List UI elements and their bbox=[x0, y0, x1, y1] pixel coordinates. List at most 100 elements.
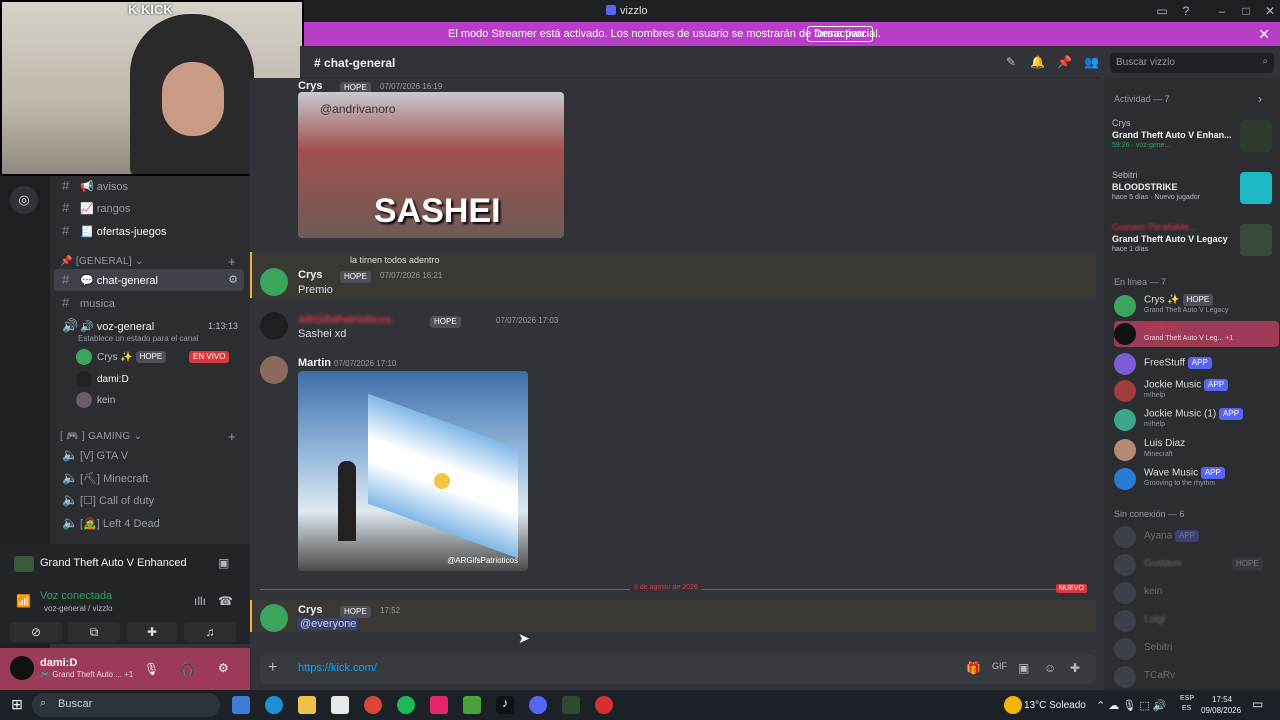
noise-icon[interactable]: ıllı bbox=[194, 594, 206, 608]
member[interactable]: Ayana APP bbox=[1114, 524, 1279, 550]
message-gif[interactable]: @ARGifsPatrioticos bbox=[298, 371, 528, 571]
member[interactable]: Luis Diaz Minecraft bbox=[1114, 437, 1279, 463]
add-channel-icon[interactable]: + bbox=[228, 254, 236, 269]
weather-text[interactable]: 13°C Soleado bbox=[1024, 700, 1086, 711]
folder-icon[interactable] bbox=[298, 696, 316, 714]
member[interactable]: kein bbox=[1114, 580, 1279, 606]
message-author[interactable]: Crys bbox=[298, 269, 322, 281]
gta-icon[interactable] bbox=[562, 696, 580, 714]
activities-button[interactable]: ✚ bbox=[126, 622, 178, 642]
share-screen-button[interactable]: ⧉ bbox=[68, 622, 120, 642]
app-icon[interactable] bbox=[232, 696, 250, 714]
spotify-icon[interactable] bbox=[397, 696, 415, 714]
gif-icon[interactable]: GIF bbox=[992, 661, 1007, 671]
channel-ofertas-juegos[interactable]: # 🧾 ofertas-juegos bbox=[54, 220, 244, 242]
activity-card[interactable]: Gustavo PeraltaMe... Grand Theft Auto V … bbox=[1112, 222, 1274, 266]
members-icon[interactable]: 👥 bbox=[1084, 55, 1099, 69]
channel-musica[interactable]: # musica bbox=[54, 292, 244, 314]
settings-gear-icon[interactable]: ⚙ bbox=[218, 661, 229, 675]
language-indicator[interactable]: ESP bbox=[1180, 695, 1194, 702]
message-composer[interactable]: + https://kick.com/ 🎁 GIF ▣ ☺ ✚ bbox=[260, 654, 1096, 684]
member[interactable]: Jockie Music APP m!help bbox=[1114, 378, 1279, 404]
message-author[interactable]: Crys bbox=[298, 604, 322, 616]
member[interactable]: dami:D Grand Theft Auto V Leg... +1 bbox=[1114, 321, 1279, 347]
windows-start-icon[interactable]: ⊞ bbox=[8, 696, 26, 714]
obs-icon[interactable] bbox=[595, 696, 613, 714]
maximize-button[interactable]: □ bbox=[1238, 3, 1254, 19]
member[interactable]: Sebitri bbox=[1114, 636, 1279, 662]
headphones-icon[interactable]: 🎧 bbox=[180, 662, 195, 676]
camera-button[interactable]: ⊘ bbox=[10, 622, 62, 642]
voice-user[interactable]: Crys ✨ HOPE EN VIVO bbox=[76, 348, 230, 368]
inbox-icon[interactable]: ▭ bbox=[1154, 3, 1170, 19]
member[interactable]: Jockie Music (1) APP m!help bbox=[1114, 407, 1279, 433]
gift-icon[interactable]: 🎁 bbox=[966, 661, 981, 675]
clock-time[interactable]: 17:54 bbox=[1212, 695, 1232, 704]
minecraft-icon[interactable] bbox=[463, 696, 481, 714]
member[interactable]: Wave Music APP Grooving to the rhythm bbox=[1114, 466, 1279, 492]
voice-channel-gta[interactable]: 🔈 [V] GTA V bbox=[54, 444, 244, 466]
mention[interactable]: @everyone bbox=[298, 618, 359, 630]
channel-rangos[interactable]: # 📈 rangos bbox=[54, 197, 244, 219]
avatar[interactable] bbox=[260, 268, 288, 296]
tray-icons[interactable]: ⌃ ☁ 🎙 ⬚ 🔊 bbox=[1096, 699, 1167, 712]
avatar[interactable] bbox=[10, 656, 34, 680]
voice-channel-cod[interactable]: 🔈 [☐] Call of duty bbox=[54, 489, 244, 511]
voice-user[interactable]: kein bbox=[76, 391, 115, 411]
app-icon[interactable] bbox=[430, 696, 448, 714]
channel-avisos[interactable]: # 📢 avisos bbox=[54, 175, 244, 197]
minimize-button[interactable]: – bbox=[1214, 3, 1230, 19]
voice-channel-minecraft[interactable]: 🔈 [⛏] Minecraft bbox=[54, 467, 244, 489]
help-icon[interactable]: ? bbox=[1178, 3, 1194, 19]
voice-user[interactable]: dami:D bbox=[76, 370, 129, 390]
composer-input[interactable]: https://kick.com/ bbox=[298, 662, 377, 674]
emoji-icon[interactable]: ☺ bbox=[1044, 661, 1056, 675]
sticker-icon[interactable]: ▣ bbox=[1018, 661, 1029, 675]
category-general[interactable]: 📌 [GENERAL] ⌄ bbox=[60, 256, 144, 267]
member[interactable]: Crys ✨ HOPE Grand Theft Auto V Legacy bbox=[1114, 293, 1279, 319]
apps-icon[interactable]: ✚ bbox=[1070, 661, 1080, 675]
message-author[interactable]: ARGifsPatrioticos bbox=[298, 314, 392, 326]
bell-icon[interactable]: 🔔 bbox=[1030, 55, 1045, 69]
activity-card[interactable]: Sebitri BLOODSTRIKE hace 5 días · Nuevo … bbox=[1112, 170, 1274, 214]
message-author[interactable]: Martin bbox=[298, 357, 331, 369]
search-input[interactable]: Buscar vizzlo ⌕ bbox=[1110, 53, 1274, 73]
channel-chat-general[interactable]: # 💬 chat-general ⚙ bbox=[54, 269, 244, 291]
discord-icon[interactable] bbox=[529, 696, 547, 714]
member[interactable]: Luigi bbox=[1114, 608, 1279, 634]
channel-status-prompt[interactable]: Establece un estado para el canal bbox=[78, 334, 199, 343]
channel-settings-icon[interactable]: ⚙ bbox=[228, 269, 238, 291]
avatar[interactable] bbox=[260, 604, 288, 632]
notifications-icon[interactable]: ▭ bbox=[1252, 697, 1263, 711]
store-icon[interactable] bbox=[331, 696, 349, 714]
voice-channel-l4d[interactable]: 🔈 [🧟] Left 4 Dead bbox=[54, 512, 244, 534]
avatar[interactable] bbox=[260, 356, 288, 384]
reply-preview[interactable]: la tirnen todos adentro bbox=[350, 255, 440, 265]
pin-icon[interactable]: 📌 bbox=[1057, 55, 1072, 69]
avatar[interactable] bbox=[260, 312, 288, 340]
edge-icon[interactable] bbox=[265, 696, 283, 714]
deactivate-button[interactable]: Desactivar bbox=[807, 26, 873, 42]
chevron-right-icon[interactable]: › bbox=[1258, 92, 1262, 106]
voice-status[interactable]: Voz conectada bbox=[40, 590, 112, 602]
screen-share-icon[interactable]: ▣ bbox=[218, 556, 229, 570]
member[interactable]: Gustavo HOPE bbox=[1114, 552, 1279, 578]
category-gaming[interactable]: [ 🎮 ] GAMING ⌄ bbox=[60, 431, 142, 442]
member[interactable]: FreeStuff APP bbox=[1114, 351, 1279, 377]
add-channel-icon[interactable]: + bbox=[228, 429, 236, 444]
disconnect-icon[interactable]: ☎ bbox=[218, 594, 233, 608]
soundboard-button[interactable]: ♫ bbox=[184, 622, 236, 642]
microphone-icon[interactable]: 🎙 bbox=[144, 662, 159, 676]
activity-card[interactable]: Crys Grand Theft Auto V Enhan... 59:26 ·… bbox=[1112, 118, 1274, 162]
threads-icon[interactable]: ✎ bbox=[1004, 55, 1018, 69]
chrome-icon[interactable] bbox=[364, 696, 382, 714]
message-gif[interactable]: @andrivanoro SASHEI bbox=[298, 92, 564, 238]
add-attachment-icon[interactable]: + bbox=[268, 659, 277, 677]
message-author[interactable]: Crys bbox=[298, 80, 322, 92]
close-window-button[interactable]: ✕ bbox=[1262, 3, 1278, 19]
discover-icon[interactable]: ◎ bbox=[10, 186, 38, 214]
taskbar-search[interactable]: ⌕ Buscar bbox=[32, 693, 220, 717]
tiktok-icon[interactable]: ♪ bbox=[496, 696, 514, 714]
banner-close-icon[interactable]: ✕ bbox=[1258, 26, 1270, 43]
member[interactable]: TCaRv bbox=[1114, 664, 1279, 690]
